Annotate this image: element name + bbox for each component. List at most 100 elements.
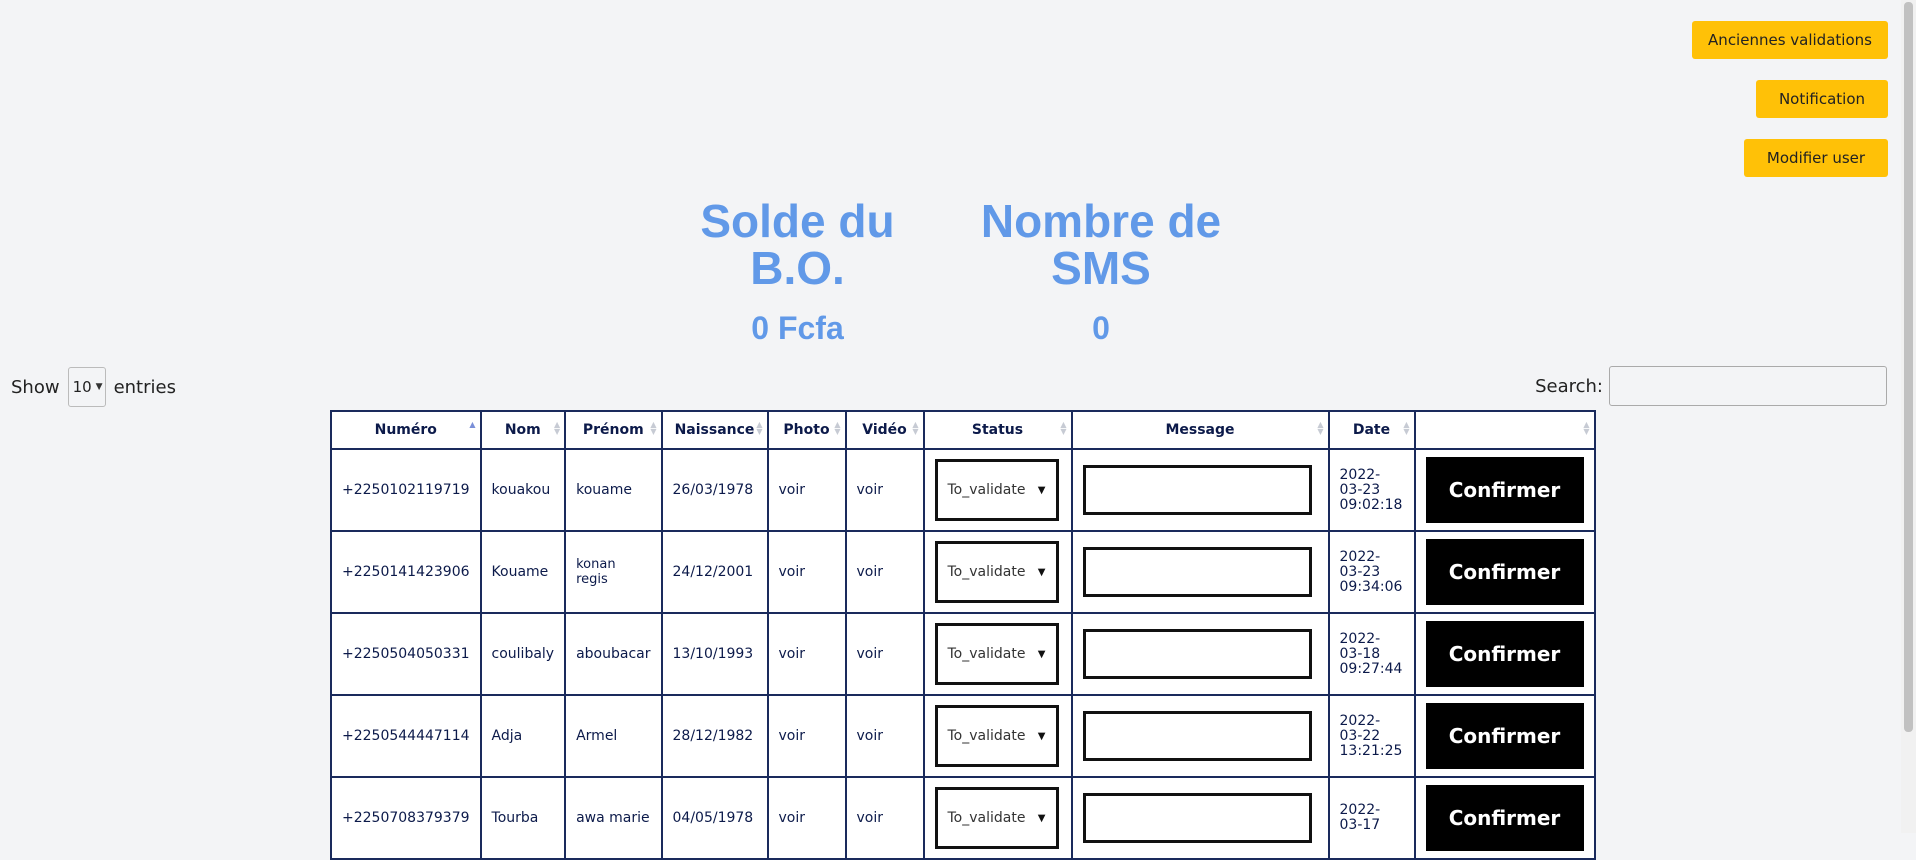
entries-label: entries — [113, 376, 176, 398]
cell-status: To_validate ▼ — [922, 776, 1073, 860]
cell-numero: +2250544447114 — [330, 694, 482, 778]
message-input[interactable] — [1082, 711, 1312, 761]
chevron-down-icon: ▼ — [1037, 484, 1046, 496]
cell-status: To_validate ▼ — [922, 448, 1073, 532]
cell-message — [1070, 530, 1330, 614]
solde-title: Solde du B.O. — [700, 195, 895, 294]
cell-prenom: aboubacar — [564, 612, 663, 696]
cell-date: 2022- 03-23 09:02:18 — [1327, 448, 1416, 532]
photo-link[interactable]: voir — [766, 448, 847, 532]
chevron-down-icon: ▼ — [1037, 812, 1046, 824]
solde-stat: Solde du B.O. 0 Fcfa — [680, 198, 915, 347]
modifier-user-button[interactable]: Modifier user — [1744, 139, 1888, 177]
sms-value: 0 — [1092, 310, 1110, 346]
confirm-button[interactable]: Confirmer — [1425, 621, 1584, 687]
column-header-photo[interactable]: Photo ▲ ▼ — [766, 410, 847, 450]
status-select[interactable]: To_validate ▼ — [934, 541, 1059, 603]
video-link[interactable]: voir — [844, 530, 925, 614]
column-header-numero[interactable]: Numéro ▲ — [330, 410, 482, 450]
anciennes-validations-button[interactable]: Anciennes validations — [1692, 21, 1888, 59]
table-row: +2250544447114 Adja Armel 28/12/1982 voi… — [330, 694, 1596, 778]
video-link[interactable]: voir — [844, 776, 925, 860]
status-select[interactable]: To_validate ▼ — [934, 459, 1059, 521]
sms-title: Nombre de SMS — [980, 195, 1222, 294]
solde-value: 0 Fcfa — [751, 310, 844, 346]
cell-status: To_validate ▼ — [922, 530, 1073, 614]
sort-icon: ▲ ▼ — [912, 420, 919, 436]
sort-icon: ▲ ▼ — [834, 420, 841, 436]
sort-icon: ▲ ▼ — [1583, 420, 1590, 436]
cell-message — [1070, 448, 1330, 532]
cell-action: Confirmer — [1413, 530, 1596, 614]
cell-nom: Kouame — [479, 530, 567, 614]
sort-asc-icon: ▲ — [469, 420, 476, 429]
notification-button[interactable]: Notification — [1756, 80, 1888, 118]
users-table: Numéro ▲ Nom ▲ ▼ Prénom ▲ ▼ Naissance ▲ ▼ Photo… — [330, 410, 1596, 860]
video-link[interactable]: voir — [844, 448, 925, 532]
show-label: Show — [11, 376, 60, 398]
cell-message — [1070, 612, 1330, 696]
cell-nom: coulibaly — [479, 612, 567, 696]
column-header-prenom[interactable]: Prénom ▲ ▼ — [564, 410, 663, 450]
photo-link[interactable]: voir — [766, 776, 847, 860]
cell-prenom: awa marie — [564, 776, 663, 860]
column-header-video[interactable]: Vidéo ▲ ▼ — [844, 410, 925, 450]
cell-numero: +2250504050331 — [330, 612, 482, 696]
column-header-date[interactable]: Date ▲ ▼ — [1327, 410, 1416, 450]
confirm-button[interactable]: Confirmer — [1425, 703, 1584, 769]
status-select[interactable]: To_validate ▼ — [934, 623, 1059, 685]
message-input[interactable] — [1082, 465, 1312, 515]
column-header-naissance[interactable]: Naissance ▲ ▼ — [660, 410, 769, 450]
cell-message — [1070, 694, 1330, 778]
photo-link[interactable]: voir — [766, 612, 847, 696]
message-input[interactable] — [1082, 793, 1312, 843]
cell-naissance: 13/10/1993 — [660, 612, 769, 696]
cell-action: Confirmer — [1413, 694, 1596, 778]
sort-icon: ▲ ▼ — [756, 420, 763, 436]
confirm-button[interactable]: Confirmer — [1425, 785, 1584, 851]
status-select[interactable]: To_validate ▼ — [934, 787, 1059, 849]
cell-date: 2022- 03-22 13:21:25 — [1327, 694, 1416, 778]
cell-naissance: 28/12/1982 — [660, 694, 769, 778]
table-row: +2250708379379 Tourba awa marie 04/05/19… — [330, 776, 1596, 860]
table-header-row: Numéro ▲ Nom ▲ ▼ Prénom ▲ ▼ Naissance ▲ ▼ Photo… — [330, 410, 1596, 450]
cell-date: 2022- 03-23 09:34:06 — [1327, 530, 1416, 614]
cell-date: 2022- 03-18 09:27:44 — [1327, 612, 1416, 696]
cell-naissance: 04/05/1978 — [660, 776, 769, 860]
chevron-down-icon: ▼ — [1037, 730, 1046, 742]
video-link[interactable]: voir — [844, 694, 925, 778]
cell-numero: +2250102119719 — [330, 448, 482, 532]
search-input[interactable] — [1609, 366, 1887, 406]
confirm-button[interactable]: Confirmer — [1425, 457, 1584, 523]
cell-date: 2022- 03-17 — [1327, 776, 1416, 860]
table-row: +2250102119719 kouakou kouame 26/03/1978… — [330, 448, 1596, 532]
column-header-nom[interactable]: Nom ▲ ▼ — [479, 410, 567, 450]
cell-prenom: konan regis — [564, 530, 663, 614]
message-input[interactable] — [1082, 547, 1312, 597]
cell-status: To_validate ▼ — [922, 612, 1073, 696]
photo-link[interactable]: voir — [766, 694, 847, 778]
cell-nom: kouakou — [479, 448, 567, 532]
column-header-status[interactable]: Status ▲ ▼ — [922, 410, 1073, 450]
photo-link[interactable]: voir — [766, 530, 847, 614]
confirm-button[interactable]: Confirmer — [1425, 539, 1584, 605]
cell-message — [1070, 776, 1330, 860]
cell-status: To_validate ▼ — [922, 694, 1073, 778]
message-input[interactable] — [1082, 629, 1312, 679]
chevron-down-icon: ▼ — [1037, 566, 1046, 578]
video-link[interactable]: voir — [844, 612, 925, 696]
column-header-action[interactable]: ▲ ▼ — [1413, 410, 1596, 450]
cell-action: Confirmer — [1413, 612, 1596, 696]
table-search: Search: — [1535, 366, 1887, 406]
search-label: Search: — [1535, 375, 1603, 397]
entries-select[interactable]: 10 ▼ — [67, 367, 106, 407]
entries-value: 10 — [72, 378, 92, 396]
cell-prenom: kouame — [564, 448, 663, 532]
cell-action: Confirmer — [1413, 448, 1596, 532]
cell-action: Confirmer — [1413, 776, 1596, 860]
status-select[interactable]: To_validate ▼ — [934, 705, 1059, 767]
page-scrollbar[interactable] — [1901, 0, 1916, 833]
scrollbar-thumb[interactable] — [1904, 2, 1913, 732]
cell-nom: Tourba — [479, 776, 567, 860]
column-header-message[interactable]: Message ▲ ▼ — [1070, 410, 1330, 450]
